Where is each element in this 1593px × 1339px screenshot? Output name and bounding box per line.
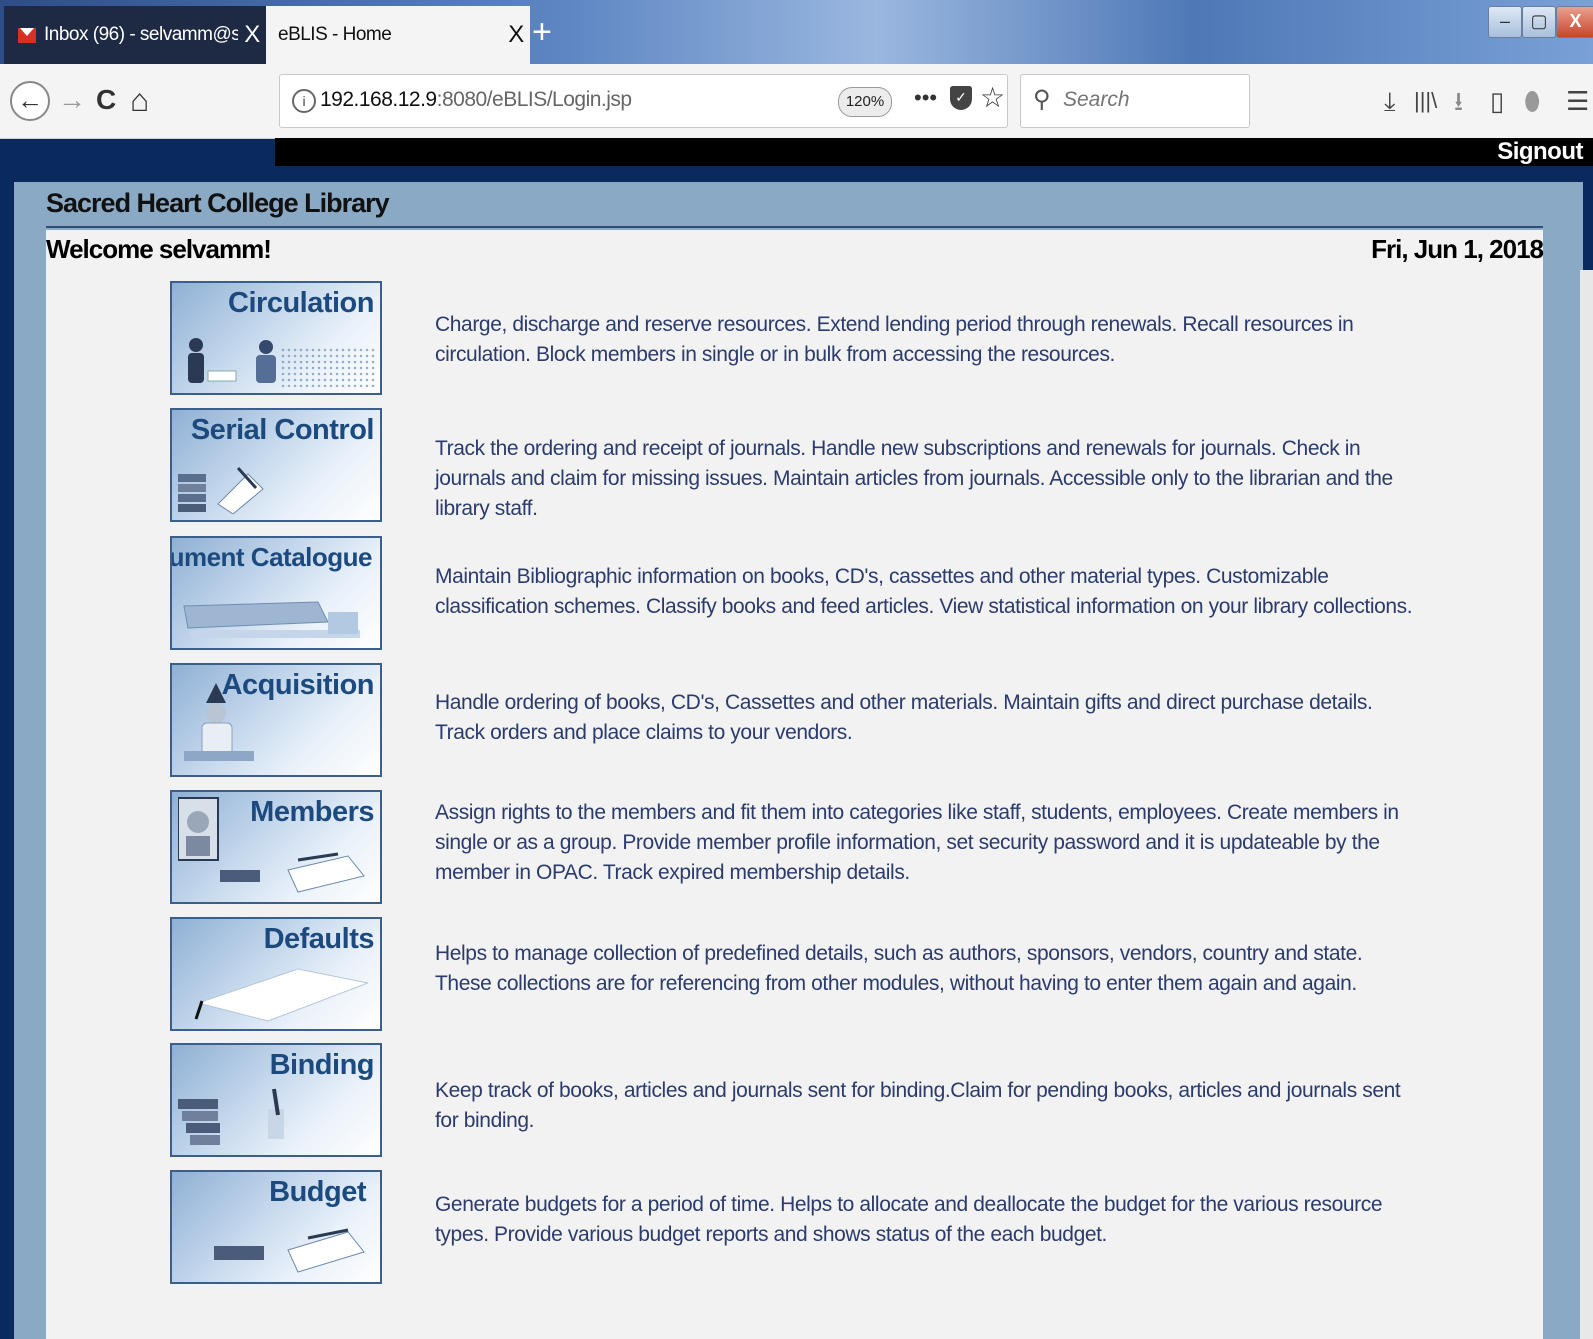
home-icon[interactable]: ⌂ bbox=[130, 82, 149, 118]
notepad-icon bbox=[194, 968, 368, 1022]
forward-arrow-icon[interactable]: → bbox=[58, 82, 86, 118]
person-reading-icon bbox=[184, 683, 254, 761]
search-box[interactable]: ⚲ bbox=[1020, 74, 1250, 128]
module-description: Helps to manage collection of predefined… bbox=[435, 942, 1363, 995]
module-budget-button[interactable]: Budget bbox=[170, 1170, 382, 1284]
menu-icon[interactable]: ☰ bbox=[1566, 84, 1589, 118]
save-icon[interactable]: ⭳ bbox=[1454, 84, 1463, 118]
module-description: Track the ordering and receipt of journa… bbox=[435, 437, 1393, 520]
top-header-bar: Signout bbox=[275, 138, 1593, 166]
binding-tools-icon bbox=[178, 1088, 284, 1145]
module-label: Budget bbox=[269, 1176, 366, 1208]
module-serial-control-button[interactable]: Serial Control bbox=[170, 408, 382, 522]
module-label: Document Catalogue bbox=[170, 542, 373, 572]
reload-icon[interactable]: C bbox=[96, 82, 116, 118]
search-input[interactable] bbox=[1061, 87, 1235, 113]
module-label: Serial Control bbox=[190, 414, 375, 446]
sidebar-icon[interactable]: ▯ bbox=[1490, 84, 1504, 118]
welcome-message: Welcome selvamm! bbox=[46, 234, 272, 264]
downloads-icon[interactable]: ⤓ bbox=[1384, 84, 1396, 118]
module-label: Defaults bbox=[263, 923, 375, 955]
library-title: Sacred Heart College Library bbox=[46, 188, 390, 218]
tab-inbox[interactable]: Inbox (96) - selvamm@shctpt.e X bbox=[4, 6, 266, 64]
module-document-catalogue-button[interactable]: Document Catalogue bbox=[170, 536, 382, 650]
zoom-level-badge[interactable]: 120% bbox=[838, 87, 892, 117]
tab-label: eBLIS - Home bbox=[278, 24, 392, 45]
page-scrollbar[interactable] bbox=[1580, 270, 1593, 1339]
page-actions-icon[interactable]: ••• bbox=[914, 85, 937, 111]
url-host: 192.168.12.9 bbox=[320, 88, 437, 111]
keyboard-icon bbox=[183, 601, 360, 638]
close-window-button[interactable]: X bbox=[1556, 6, 1593, 38]
tab-close-button[interactable]: X bbox=[238, 21, 266, 49]
bookmark-star-icon[interactable]: ☆ bbox=[980, 81, 1005, 114]
url-path: :8080/eBLIS/Login.jsp bbox=[436, 88, 633, 111]
module-members-button[interactable]: Members bbox=[170, 790, 382, 904]
module-description: Maintain Bibliographic information on bo… bbox=[435, 565, 1413, 618]
member-portrait-icon bbox=[178, 797, 365, 893]
module-circulation-button[interactable]: Circulation bbox=[170, 281, 382, 395]
tab-close-button[interactable]: X bbox=[502, 21, 530, 49]
header-divider bbox=[46, 226, 1543, 228]
library-icon[interactable]: |||\ bbox=[1414, 84, 1437, 118]
module-binding-button[interactable]: Binding bbox=[170, 1043, 382, 1157]
shield-icon[interactable]: ⬮ bbox=[1524, 84, 1540, 118]
browser-titlebar: Inbox (96) - selvamm@shctpt.e X eBLIS - … bbox=[0, 0, 1593, 64]
url-text[interactable]: 192.168.12.9:8080/eBLIS/Login.jsp bbox=[320, 88, 632, 112]
module-defaults-button[interactable]: Defaults bbox=[170, 917, 382, 1031]
search-icon: ⚲ bbox=[1033, 86, 1051, 113]
module-description: Keep track of books, articles and journa… bbox=[435, 1079, 1401, 1132]
module-description: Handle ordering of books, CD's, Cassette… bbox=[435, 691, 1373, 744]
decorative-pattern bbox=[280, 347, 376, 387]
budget-sheet-icon bbox=[214, 1228, 365, 1273]
module-description: Generate budgets for a period of time. H… bbox=[435, 1193, 1383, 1246]
minimize-button[interactable]: – bbox=[1488, 6, 1522, 38]
journals-icon bbox=[178, 466, 264, 514]
module-description: Assign rights to the members and fit the… bbox=[435, 801, 1399, 884]
pocket-icon[interactable]: ✓ bbox=[950, 86, 972, 110]
people-icon bbox=[188, 338, 276, 383]
tab-label: Inbox (96) - selvamm@shctpt.e bbox=[44, 24, 238, 45]
tab-eblis-home[interactable]: eBLIS - Home X bbox=[266, 6, 530, 64]
module-description: Charge, discharge and reserve resources.… bbox=[435, 313, 1354, 366]
maximize-button[interactable]: ▢ bbox=[1522, 6, 1556, 38]
back-arrow-icon[interactable]: ← bbox=[10, 81, 50, 121]
gmail-icon bbox=[18, 27, 36, 43]
current-date: Fri, Jun 1, 2018 bbox=[1371, 234, 1544, 264]
address-bar[interactable]: i 192.168.12.9:8080/eBLIS/Login.jsp 120%… bbox=[279, 74, 1008, 128]
site-info-icon[interactable]: i bbox=[292, 89, 316, 113]
module-label: Circulation bbox=[228, 287, 374, 319]
module-acquisition-button[interactable]: Acquisition bbox=[170, 663, 382, 777]
new-tab-button[interactable]: + bbox=[532, 12, 552, 52]
browser-navbar: ← → C ⌂ i 192.168.12.9:8080/eBLIS/Login.… bbox=[0, 64, 1593, 139]
signout-link[interactable]: Signout bbox=[1497, 138, 1583, 166]
